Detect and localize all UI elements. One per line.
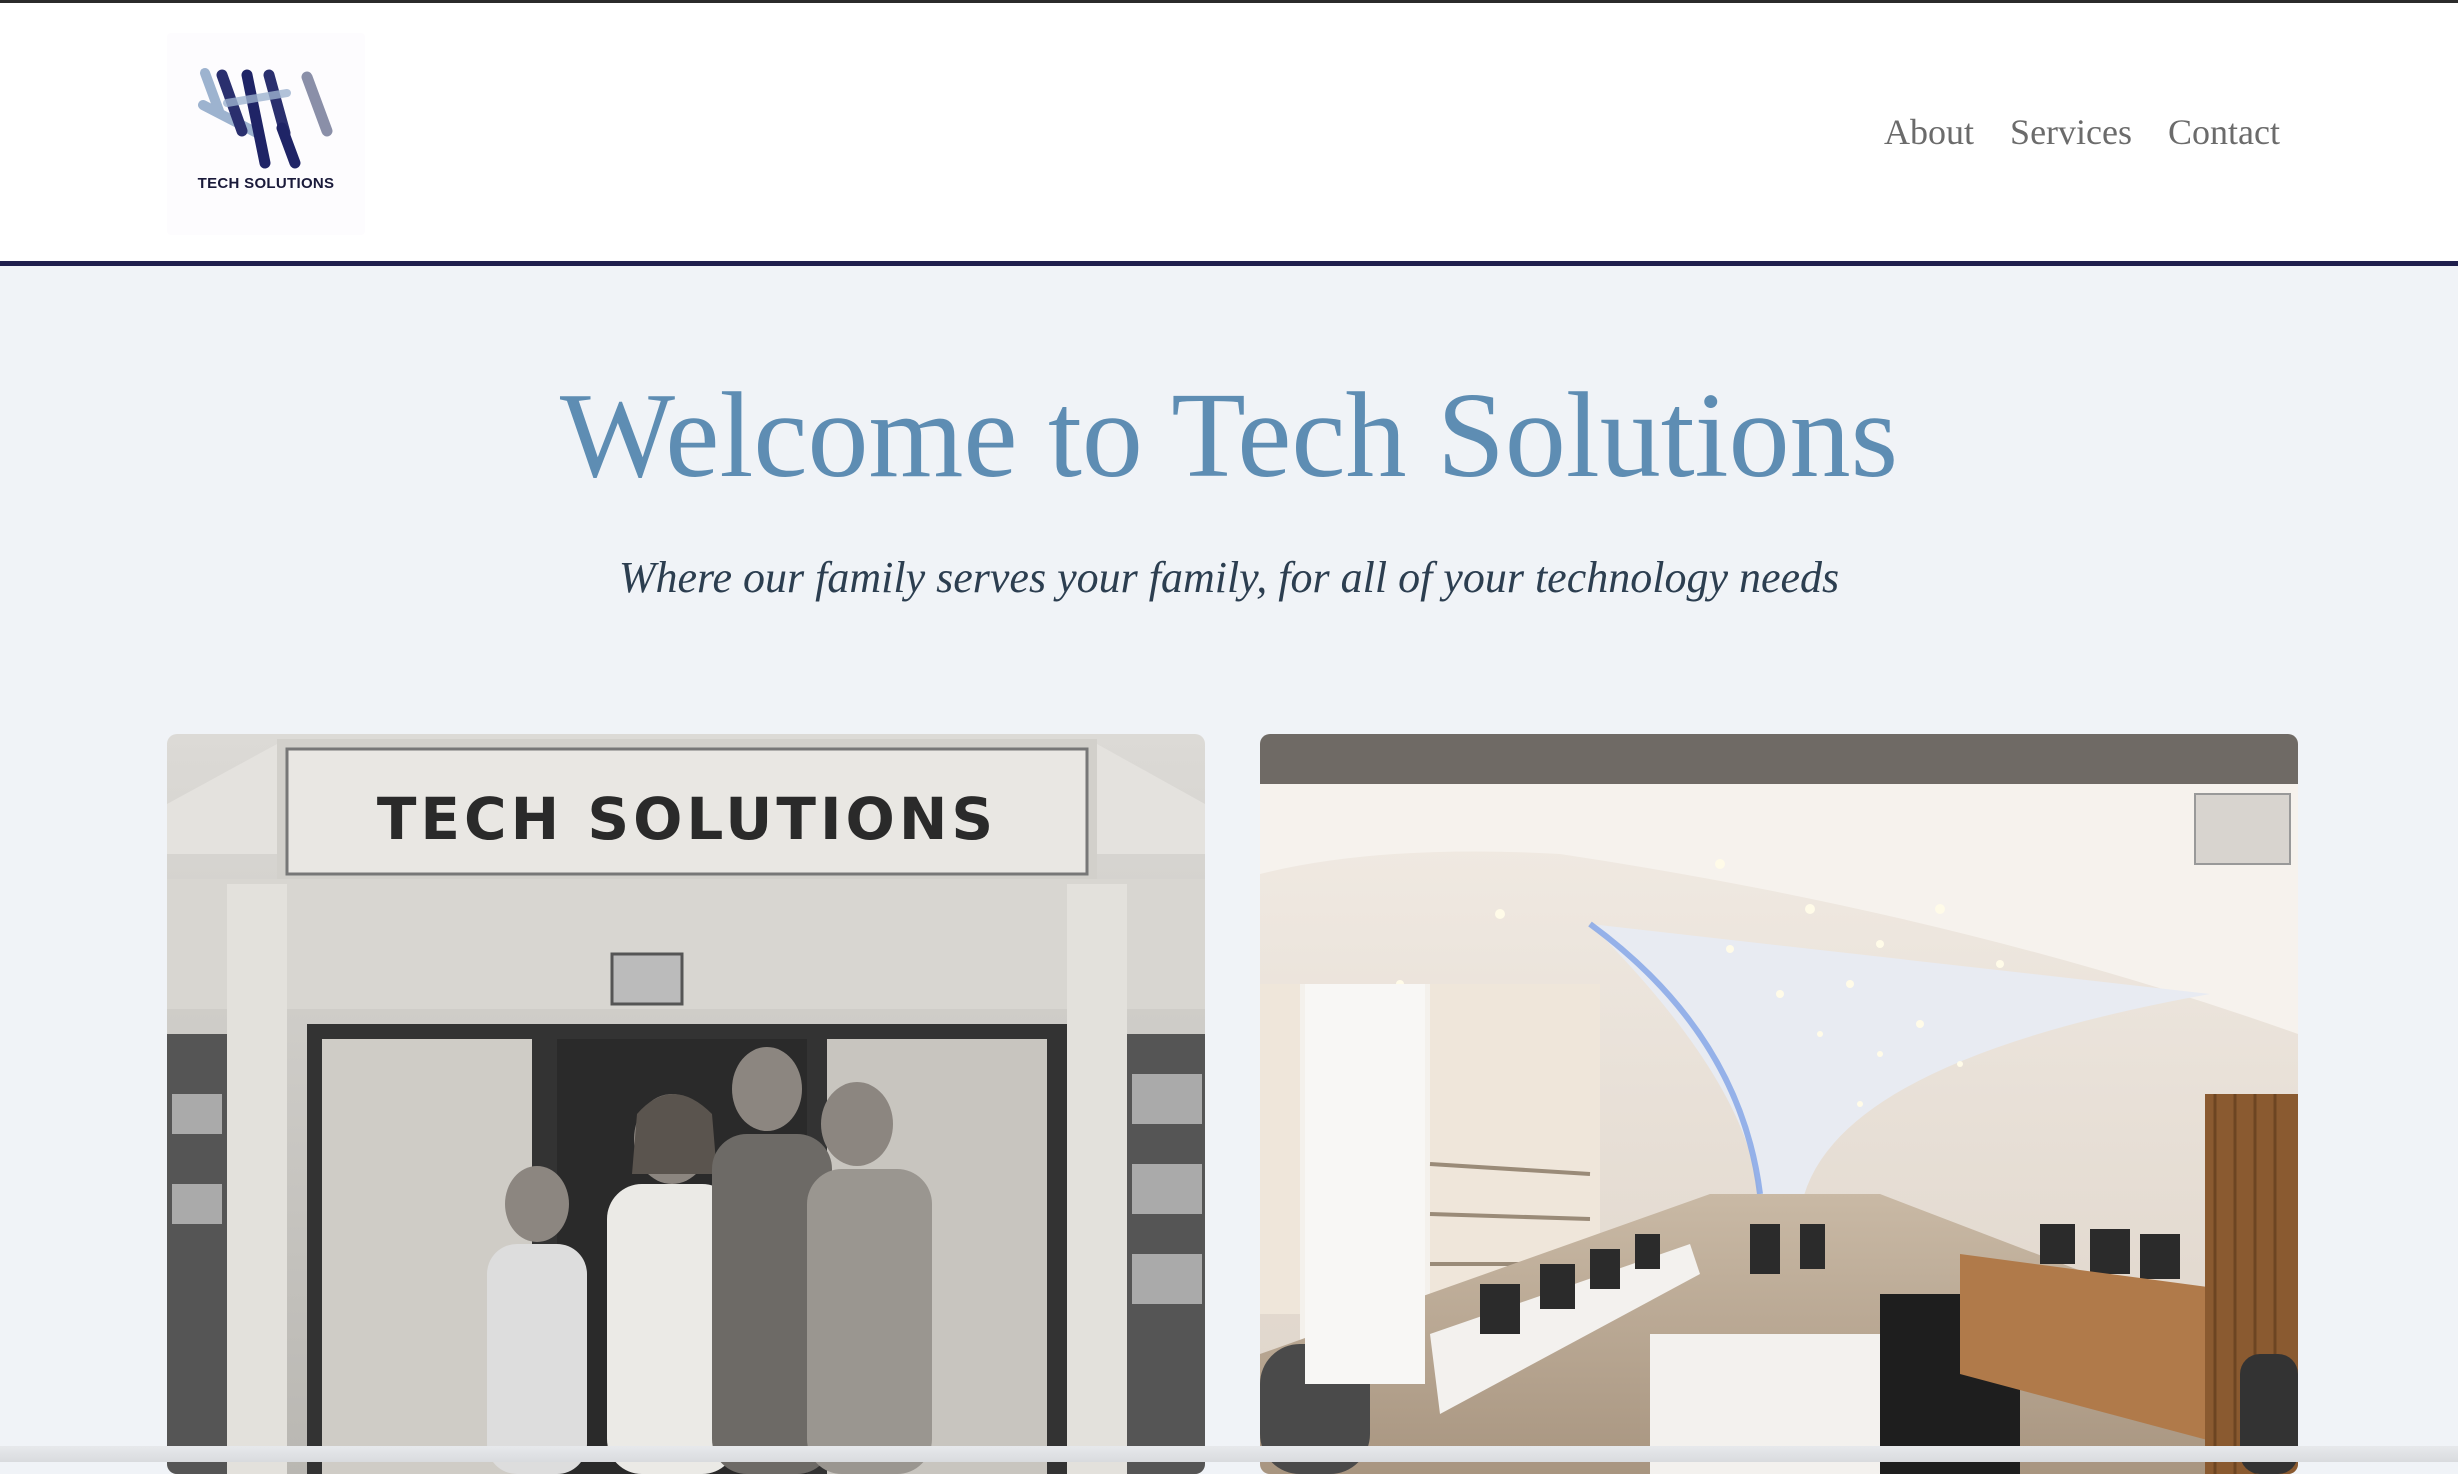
nav-link-services[interactable]: Services bbox=[2010, 111, 2132, 153]
nav-link-about[interactable]: About bbox=[1884, 111, 1974, 153]
stripes-logo-icon bbox=[198, 68, 333, 169]
logo-wordmark: TECH SOLUTIONS bbox=[197, 175, 335, 192]
viewport-bottom-shade bbox=[0, 1446, 2458, 1462]
nav-link-contact[interactable]: Contact bbox=[2168, 111, 2280, 153]
company-logo[interactable]: TECH SOLUTIONS bbox=[167, 33, 365, 235]
hero-subtitle: Where our family serves your family, for… bbox=[618, 553, 1840, 602]
site-header: TECH SOLUTIONS About Services Contact bbox=[0, 3, 2458, 266]
storefront-sign: TECH SOLUTIONS bbox=[377, 785, 997, 853]
store-interior-photo bbox=[1260, 734, 2298, 1474]
main-nav: About Services Contact bbox=[1884, 111, 2280, 153]
hero-title: Welcome to Tech Solutions bbox=[559, 368, 1899, 503]
family-storefront-photo: TECH SOLUTIONS bbox=[167, 734, 1205, 1474]
